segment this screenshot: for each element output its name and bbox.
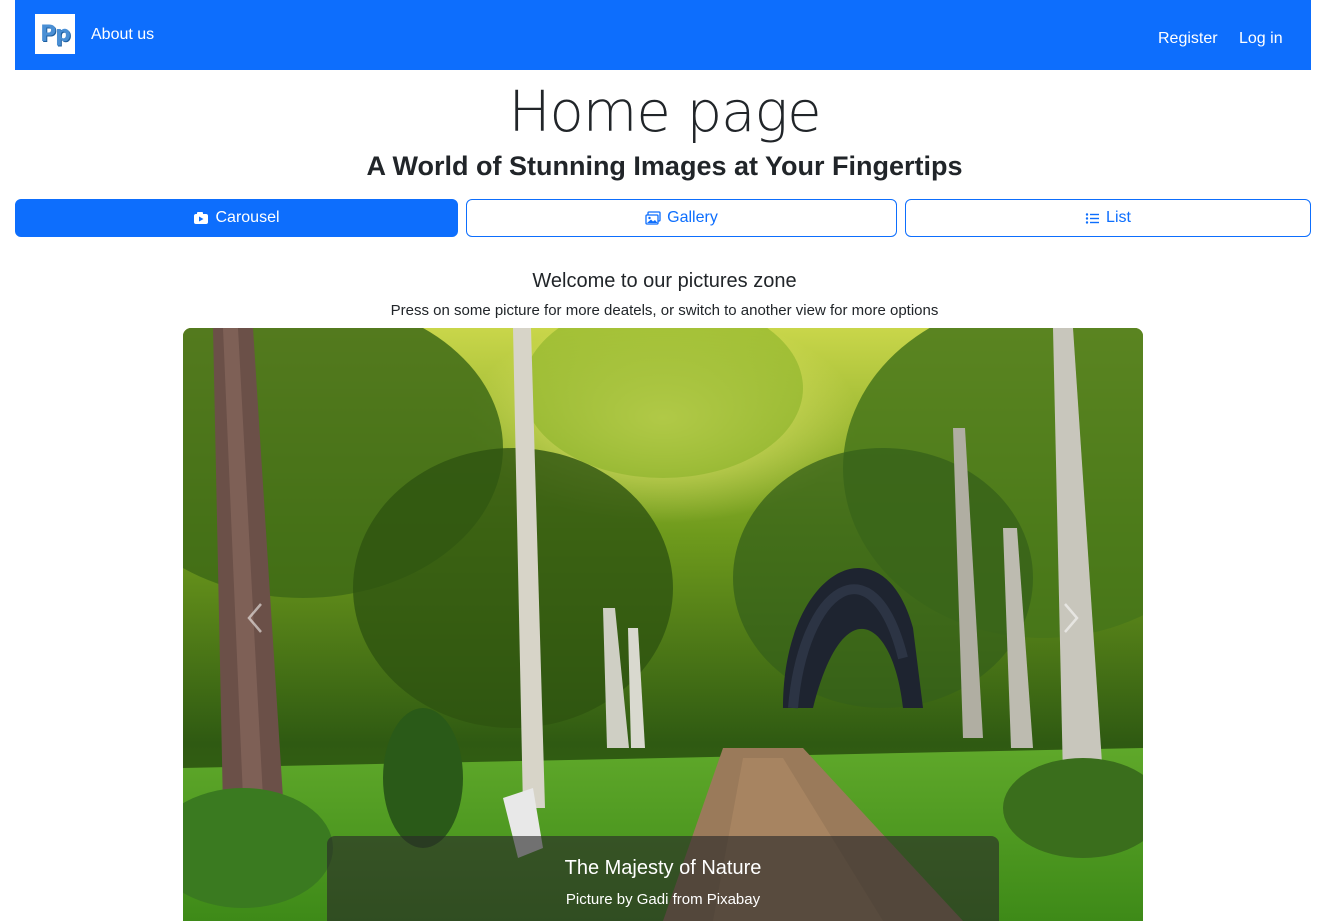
- carousel-prev-button[interactable]: [235, 598, 275, 642]
- nav-login-link[interactable]: Log in: [1239, 30, 1283, 48]
- gallery-view-label: Gallery: [667, 209, 718, 226]
- brand-logo[interactable]: Pp: [35, 14, 75, 54]
- chevron-right-icon: [1062, 602, 1080, 639]
- nav-about-us-link[interactable]: About us: [91, 26, 154, 44]
- list-view-label: List: [1106, 209, 1131, 226]
- chevron-left-icon: [246, 602, 264, 639]
- nav-register-link[interactable]: Register: [1158, 30, 1218, 48]
- slide-credit: Picture by Gadi from Pixabay: [565, 891, 761, 908]
- list-ul-icon: [1085, 212, 1100, 225]
- instructions-text: Press on some picture for more deatels, …: [390, 302, 939, 319]
- carousel-view-button[interactable]: Carousel: [15, 199, 458, 237]
- carousel-next-button[interactable]: [1051, 598, 1091, 642]
- page-title: Home page: [508, 80, 821, 145]
- camera-video-icon: [193, 211, 209, 225]
- welcome-heading: Welcome to our pictures zone: [532, 270, 797, 292]
- images-icon: [645, 211, 661, 225]
- page-subtitle: A World of Stunning Images at Your Finge…: [366, 151, 963, 181]
- brand-logo-text: Pp: [40, 21, 71, 47]
- carousel-caption: The Majesty of Nature Picture by Gadi fr…: [327, 836, 999, 921]
- carousel-view-label: Carousel: [215, 209, 280, 226]
- slide-title: The Majesty of Nature: [564, 857, 762, 879]
- carousel-slide-image[interactable]: [183, 328, 1143, 921]
- gallery-view-button[interactable]: Gallery: [466, 199, 897, 237]
- list-view-button[interactable]: List: [905, 199, 1311, 237]
- image-carousel[interactable]: The Majesty of Nature Picture by Gadi fr…: [183, 328, 1143, 921]
- top-navbar: Pp About us Register Log in: [15, 0, 1311, 70]
